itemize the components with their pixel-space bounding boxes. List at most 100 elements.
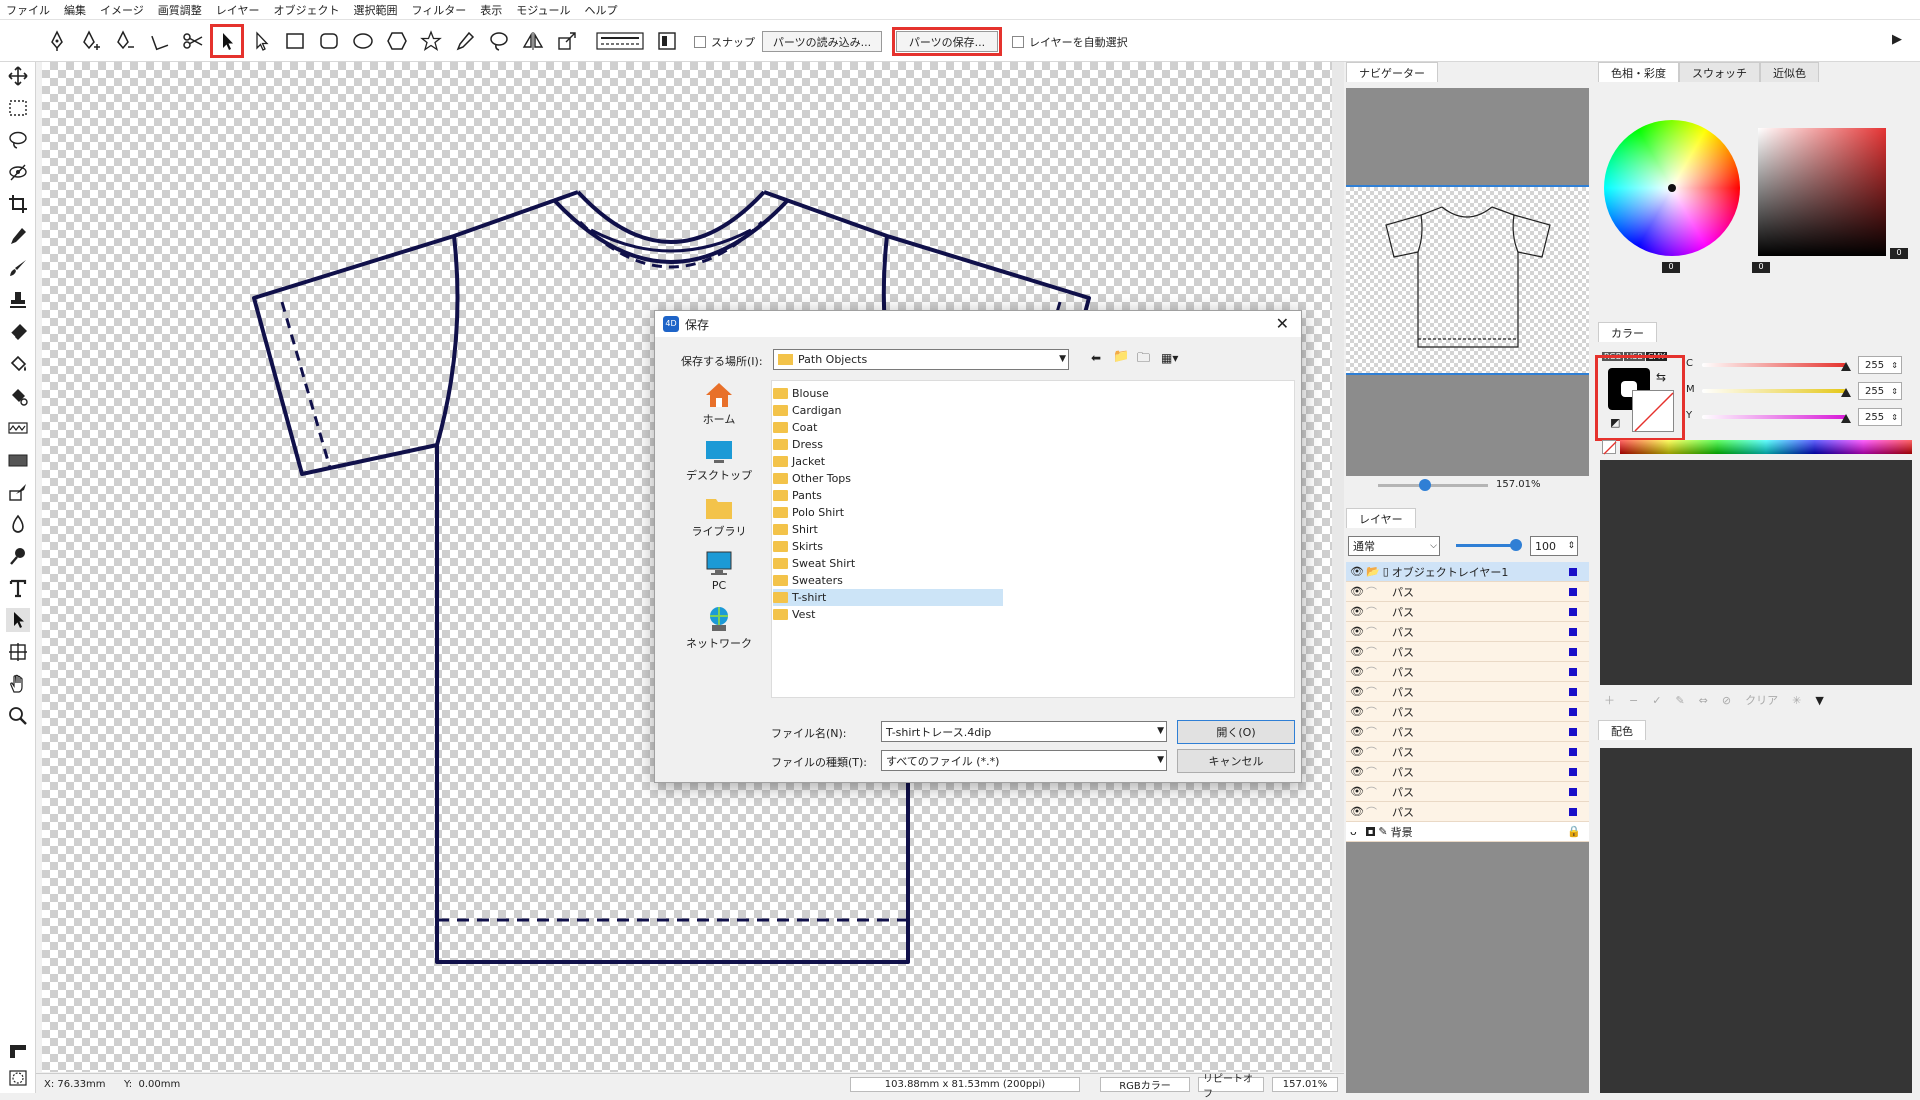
layer-row[interactable]: 👁 ⌒ パス — [1346, 702, 1589, 722]
snap-checkbox[interactable]: スナップ — [694, 34, 755, 50]
channel-value-input[interactable]: 255 ⇕ — [1858, 356, 1902, 374]
eye-icon[interactable]: 👁 — [1350, 705, 1366, 718]
opacity-slider-thumb[interactable] — [1510, 539, 1522, 551]
clear-swatch-button[interactable]: クリア — [1745, 692, 1778, 708]
magic-wand-tool-icon[interactable] — [6, 160, 30, 184]
menu-item[interactable]: ヘルプ — [584, 2, 617, 18]
tab-color-panel[interactable]: 近似色 — [1760, 62, 1819, 82]
rounded-rectangle-tool-icon[interactable] — [316, 28, 342, 54]
snap-checkbox-box[interactable] — [694, 36, 706, 48]
anchor-convert-tool-icon[interactable] — [146, 28, 172, 54]
menu-item[interactable]: ファイル — [6, 2, 50, 18]
channel-slider-thumb[interactable] — [1841, 414, 1851, 423]
folder-item[interactable]: Shirt — [773, 521, 1003, 538]
menu-item[interactable]: 編集 — [64, 2, 86, 18]
eye-icon[interactable]: 👁 — [1350, 605, 1366, 618]
menu-item[interactable]: 画質調整 — [158, 2, 202, 18]
swatch-menu-chevron-icon[interactable]: ▼ — [1815, 694, 1823, 707]
menu-item[interactable]: フィルター — [411, 2, 466, 18]
eye-icon[interactable]: 👁 — [1350, 805, 1366, 818]
blur-drop-tool-icon[interactable] — [6, 512, 30, 536]
menu-item[interactable]: 表示 — [480, 2, 502, 18]
folder-item[interactable]: Dress — [773, 436, 1003, 453]
auto-select-checkbox-box[interactable] — [1012, 36, 1024, 48]
menu-item[interactable]: イメージ — [100, 2, 144, 18]
navigator-view-rect[interactable] — [1346, 185, 1589, 375]
eye-icon[interactable]: 👁 — [1350, 785, 1366, 798]
auto-select-layer-checkbox[interactable]: レイヤーを自動選択 — [1012, 34, 1128, 50]
tab-color-panel[interactable]: スウォッチ — [1679, 62, 1760, 82]
polygon-tool-icon[interactable] — [384, 28, 410, 54]
sparkle-icon[interactable]: ✳ — [1792, 694, 1801, 707]
background-color-swatch[interactable] — [1632, 390, 1674, 432]
channel-slider-track[interactable] — [1702, 415, 1846, 419]
channel-value-input[interactable]: 255 ⇕ — [1858, 408, 1902, 426]
folder-item[interactable]: Skirts — [773, 538, 1003, 555]
folder-item[interactable]: Sweat Shirt — [773, 555, 1003, 572]
spinner-icon[interactable]: ⇕ — [1891, 387, 1898, 396]
path-select-tool-icon[interactable] — [6, 608, 30, 632]
layer-row[interactable]: 👁 ⌒ パス — [1346, 642, 1589, 662]
place-shortcut[interactable]: デスクトップ — [679, 437, 759, 483]
open-button[interactable]: 開く(O) — [1177, 720, 1295, 744]
folder-item[interactable]: T-shirt — [773, 589, 1003, 606]
color-spectrum-bar[interactable] — [1620, 440, 1912, 454]
navigator-zoom-track[interactable] — [1378, 484, 1488, 487]
color-mode[interactable]: RGBカラー — [1100, 1077, 1190, 1092]
hand-tool-icon[interactable] — [6, 672, 30, 696]
mirror-tool-icon[interactable] — [520, 28, 546, 54]
saturation-value-square[interactable] — [1758, 128, 1886, 256]
add-swatch-icon[interactable]: ＋ — [1604, 692, 1615, 708]
layer-group-row[interactable]: 👁 📂 ▯ オブジェクトレイヤー1 — [1346, 562, 1589, 582]
ellipse-tool-icon[interactable] — [350, 28, 376, 54]
rectangle-shape-icon[interactable] — [6, 448, 30, 472]
new-folder-icon[interactable]: 🗀 — [1137, 349, 1150, 371]
layer-row[interactable]: 👁 ⌒ パス — [1346, 602, 1589, 622]
channel-slider-track[interactable] — [1702, 389, 1846, 393]
zoom-tool-icon[interactable] — [6, 704, 30, 728]
opacity-input[interactable]: 100 ⇕ — [1530, 536, 1578, 556]
layer-row[interactable]: 👁 ⌒ パス — [1346, 662, 1589, 682]
no-color-swatch[interactable] — [1602, 440, 1617, 455]
save-parts-button[interactable]: パーツの保存... — [892, 27, 1002, 56]
swatch-area[interactable] — [1600, 460, 1912, 685]
default-colors-icon[interactable]: ◩ — [1610, 416, 1620, 429]
eye-icon[interactable]: 👁 — [1350, 725, 1366, 738]
ruler-icon[interactable] — [6, 1038, 30, 1062]
folder-item[interactable]: Cardigan — [773, 402, 1003, 419]
chevron-down-icon[interactable]: ▼ — [1157, 726, 1164, 736]
eye-icon[interactable]: 👁 — [1350, 745, 1366, 758]
tab-color[interactable]: カラー — [1598, 322, 1657, 342]
save-location-select[interactable]: Path Objects ▼ — [773, 349, 1069, 370]
wave-tool-icon[interactable] — [6, 416, 30, 440]
navigator-preview[interactable] — [1346, 88, 1589, 476]
dodge-tool-icon[interactable] — [6, 544, 30, 568]
eye-icon[interactable]: 👁 — [1350, 625, 1366, 638]
folder-item[interactable]: Polo Shirt — [773, 504, 1003, 521]
eye-icon[interactable]: 👁 — [1350, 645, 1366, 658]
fill-bucket-tool-icon[interactable] — [6, 352, 30, 376]
eye-icon[interactable]: 👁 — [1350, 765, 1366, 778]
tab-layers[interactable]: レイヤー — [1346, 508, 1416, 528]
pen-add-tool-icon[interactable] — [78, 28, 104, 54]
layer-row[interactable]: 👁 ⌒ パス — [1346, 762, 1589, 782]
eye-icon[interactable]: 👁 — [1350, 565, 1366, 578]
tab-scheme[interactable]: 配色 — [1598, 720, 1646, 740]
transform-tool-icon[interactable] — [554, 28, 580, 54]
layer-row[interactable]: 👁 ⌒ パス — [1346, 802, 1589, 822]
menu-item[interactable]: オブジェクト — [273, 2, 339, 18]
channel-slider-thumb[interactable] — [1841, 362, 1851, 371]
folder-item[interactable]: Sweaters — [773, 572, 1003, 589]
crop-tool-icon[interactable] — [6, 192, 30, 216]
no-symbol-icon[interactable]: ⊘ — [1722, 694, 1731, 707]
panel-layout-icon[interactable] — [654, 28, 680, 54]
lasso-tool-icon[interactable] — [6, 128, 30, 152]
view-menu-icon[interactable]: ▦▾ — [1161, 351, 1178, 365]
move-swatch-icon[interactable]: ⇔ — [1699, 694, 1708, 707]
canvas-vertical-scrollbar[interactable] — [1332, 62, 1344, 1072]
folder-item[interactable]: Vest — [773, 606, 1003, 623]
layer-row[interactable]: 👁 ⌒ パス — [1346, 782, 1589, 802]
marquee-tool-icon[interactable] — [6, 96, 30, 120]
move-tool-icon[interactable] — [6, 64, 30, 88]
cancel-button[interactable]: キャンセル — [1177, 749, 1295, 773]
